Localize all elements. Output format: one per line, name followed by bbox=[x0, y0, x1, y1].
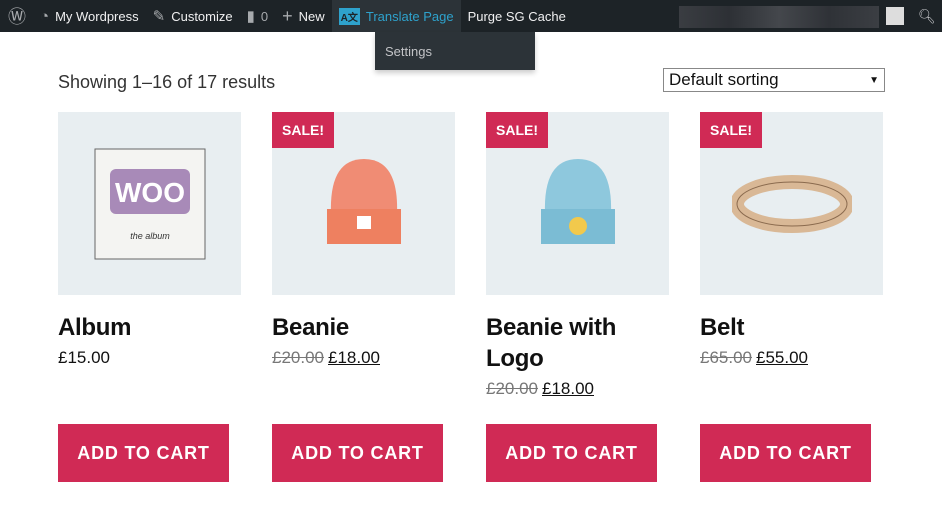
product-name[interactable]: Beanie bbox=[272, 312, 455, 343]
translate-icon: A文 bbox=[338, 7, 360, 25]
result-count: Showing 1–16 of 17 results bbox=[58, 72, 276, 92]
dashboard-icon: ◔ bbox=[40, 7, 50, 25]
chevron-down-icon: ▼ bbox=[869, 74, 879, 86]
sale-price: £55.00 bbox=[756, 348, 808, 367]
sale-price: £18.00 bbox=[542, 379, 594, 398]
comment-icon: ▮ bbox=[246, 8, 255, 25]
site-name-link[interactable]: ◔ My Wordpress bbox=[33, 0, 146, 32]
product-price: £65.00 £55.00 bbox=[700, 348, 883, 368]
wordpress-icon: Ⓦ bbox=[8, 7, 26, 27]
sale-badge: SALE! bbox=[272, 112, 334, 148]
customize-link[interactable]: ✎ Customize bbox=[146, 0, 240, 32]
product-name[interactable]: Belt bbox=[700, 312, 883, 343]
album-image: WOO the album bbox=[94, 148, 205, 259]
sale-badge: SALE! bbox=[486, 112, 548, 148]
beanie-with-logo-image bbox=[540, 158, 615, 244]
old-price: £20.00 bbox=[272, 348, 324, 367]
brush-icon: ✎ bbox=[152, 8, 166, 25]
new-label: New bbox=[298, 8, 325, 24]
beanie-image bbox=[326, 158, 401, 244]
add-to-cart-button[interactable]: ADD TO CART bbox=[272, 424, 443, 482]
comments-count: 0 bbox=[260, 8, 269, 24]
product-card: WOO the album Album £15.00 bbox=[58, 112, 241, 368]
translate-dropdown: Settings bbox=[375, 32, 535, 70]
belt-image bbox=[731, 174, 852, 233]
translate-label: Translate Page bbox=[365, 8, 454, 24]
wordpress-logo-button[interactable]: Ⓦ bbox=[0, 0, 33, 32]
comments-link[interactable]: ▮ 0 bbox=[240, 0, 276, 32]
product-image[interactable]: SALE! bbox=[700, 112, 883, 295]
search-icon[interactable]: 🔍︎ bbox=[918, 8, 936, 25]
sale-price: £18.00 bbox=[328, 348, 380, 367]
add-to-cart-button[interactable]: ADD TO CART bbox=[700, 424, 871, 482]
product-image[interactable]: WOO the album bbox=[58, 112, 241, 295]
settings-menu-item[interactable]: Settings bbox=[385, 44, 432, 59]
add-to-cart-button[interactable]: ADD TO CART bbox=[486, 424, 657, 482]
price: £15.00 bbox=[58, 348, 110, 367]
old-price: £65.00 bbox=[700, 348, 752, 367]
product-card: SALE! Beanie with Logo £20.00 £18.00 bbox=[486, 112, 669, 399]
site-name: My Wordpress bbox=[55, 8, 139, 24]
purge-label: Purge SG Cache bbox=[467, 8, 566, 24]
product-image[interactable]: SALE! bbox=[486, 112, 669, 295]
account-name-redacted[interactable] bbox=[679, 6, 879, 28]
product-price: £20.00 £18.00 bbox=[486, 379, 669, 399]
old-price: £20.00 bbox=[486, 379, 538, 398]
product-price: £20.00 £18.00 bbox=[272, 348, 455, 368]
add-to-cart-button[interactable]: ADD TO CART bbox=[58, 424, 229, 482]
product-image[interactable]: SALE! bbox=[272, 112, 455, 295]
translate-page-link[interactable]: A文 Translate Page bbox=[331, 0, 461, 32]
avatar[interactable] bbox=[886, 7, 904, 25]
sorting-select[interactable]: Default sorting ▼ bbox=[663, 68, 885, 92]
product-name[interactable]: Album bbox=[58, 312, 241, 343]
sale-badge: SALE! bbox=[700, 112, 762, 148]
sorting-value: Default sorting bbox=[669, 70, 779, 89]
svg-text:WOO: WOO bbox=[115, 177, 185, 208]
purge-cache-link[interactable]: Purge SG Cache bbox=[461, 0, 573, 32]
plus-icon: + bbox=[282, 5, 293, 26]
product-name[interactable]: Beanie with Logo bbox=[486, 312, 669, 374]
svg-text:the album: the album bbox=[130, 231, 170, 241]
new-content-link[interactable]: + New bbox=[275, 0, 332, 32]
customize-label: Customize bbox=[171, 8, 233, 24]
product-card: SALE! Belt £65.00 £55.00 bbox=[700, 112, 883, 368]
product-price: £15.00 bbox=[58, 348, 241, 368]
product-card: SALE! Beanie £20.00 £18.00 bbox=[272, 112, 455, 368]
